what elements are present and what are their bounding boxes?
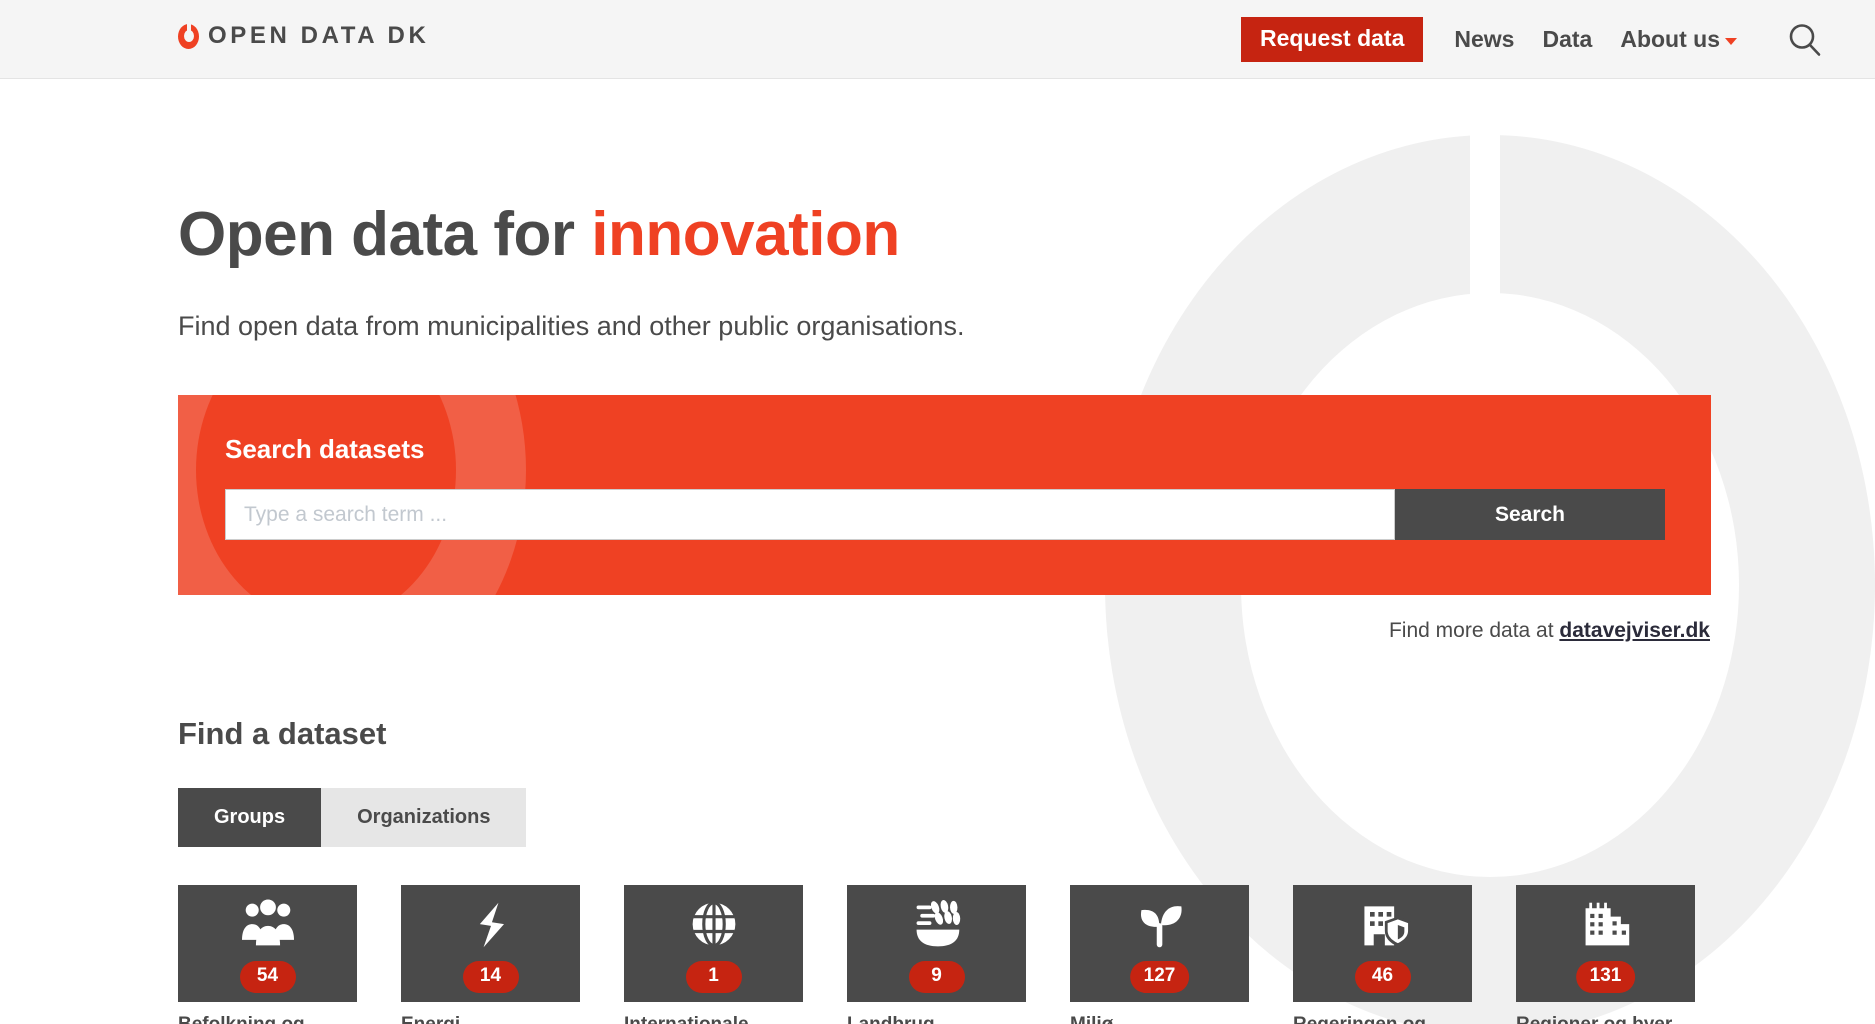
category-label: Miljø bbox=[1070, 1013, 1235, 1024]
category-label: Landbrug, fiskeri,... bbox=[847, 1013, 1012, 1024]
category-count-badge: 131 bbox=[1575, 961, 1636, 993]
category-tile[interactable]: 131 Regioner og byer bbox=[1516, 885, 1695, 1024]
find-more-data: Find more data at datavejviser.dk bbox=[1389, 619, 1710, 643]
request-data-button[interactable]: Request data bbox=[1240, 16, 1424, 63]
category-label: Regioner og byer bbox=[1516, 1013, 1681, 1024]
category-tile[interactable]: 14 Energi bbox=[401, 885, 580, 1024]
category-label: Internationale spørgsmål bbox=[624, 1013, 789, 1024]
category-count-badge: 14 bbox=[462, 961, 519, 993]
search-icon bbox=[1789, 23, 1821, 56]
category-tile[interactable]: 1 Internationale spørgsmål bbox=[624, 885, 803, 1024]
nav-item-data-label: Data bbox=[1542, 26, 1593, 52]
category-label: Regeringen og den... bbox=[1293, 1013, 1458, 1024]
plant-sprout-icon bbox=[1140, 906, 1182, 948]
logo-text: OPEN DATA DK bbox=[208, 22, 430, 49]
globe-icon bbox=[692, 901, 735, 948]
site-header: OPEN DATA DK Request data News Data Abou… bbox=[0, 0, 1875, 79]
category-tile[interactable]: 127 Miljø bbox=[1070, 885, 1249, 1024]
page-title: Open data for innovation bbox=[178, 199, 900, 270]
search-form: Search bbox=[225, 489, 1665, 540]
page-title-main: Open data for bbox=[178, 200, 592, 269]
nav-item-about-us[interactable]: About us bbox=[1620, 26, 1737, 53]
page-title-accent: innovation bbox=[591, 200, 900, 269]
category-tile-box: 127 bbox=[1070, 885, 1249, 1002]
category-label: Energi bbox=[401, 1013, 566, 1024]
grain-bowl-icon bbox=[916, 900, 960, 947]
nav-item-news-label: News bbox=[1454, 26, 1515, 52]
page-root: OPEN DATA DK Request data News Data Abou… bbox=[0, 0, 1875, 1024]
nav-item-data[interactable]: Data bbox=[1542, 26, 1592, 53]
category-tile-box: 14 bbox=[401, 885, 580, 1002]
category-tile-box: 9 bbox=[847, 885, 1026, 1002]
find-more-prefix: Find more data at bbox=[1388, 619, 1560, 642]
open-data-dk-logo-icon bbox=[178, 21, 199, 49]
category-tile[interactable]: 54 Befolkning og samfund bbox=[178, 885, 357, 1024]
find-dataset-heading: Find a dataset bbox=[178, 716, 387, 751]
category-count-badge: 54 bbox=[239, 961, 296, 993]
datavejviser-link[interactable]: datavejviser.dk bbox=[1559, 619, 1710, 642]
category-tile-box: 46 bbox=[1293, 885, 1472, 1002]
chevron-down-icon bbox=[1725, 38, 1737, 45]
nav-item-about-us-label: About us bbox=[1620, 26, 1720, 52]
category-count-badge: 46 bbox=[1354, 961, 1411, 993]
search-datasets-banner: Search datasets Search bbox=[178, 395, 1711, 595]
people-group-icon bbox=[241, 899, 294, 946]
site-logo[interactable]: OPEN DATA DK bbox=[178, 21, 430, 50]
dataset-tabs: Groups Organizations bbox=[178, 788, 527, 847]
main-navigation: Request data News Data About us bbox=[1240, 0, 1835, 79]
cityscape-icon bbox=[1585, 902, 1629, 946]
watermark-gap bbox=[1470, 125, 1500, 375]
search-icon-button[interactable] bbox=[1785, 20, 1825, 60]
category-tile-box: 1 bbox=[624, 885, 803, 1002]
nav-item-news[interactable]: News bbox=[1454, 26, 1514, 53]
search-input[interactable] bbox=[225, 489, 1395, 540]
building-shield-icon bbox=[1363, 906, 1411, 947]
category-tile-box: 54 bbox=[178, 885, 357, 1002]
category-label: Befolkning og samfund bbox=[178, 1013, 343, 1024]
category-tile[interactable]: 9 Landbrug, fiskeri,... bbox=[847, 885, 1026, 1024]
lightning-bolt-icon bbox=[479, 902, 504, 948]
category-tile[interactable]: 46 Regeringen og den... bbox=[1293, 885, 1472, 1024]
category-count-badge: 1 bbox=[685, 961, 742, 993]
category-count-badge: 9 bbox=[908, 961, 965, 993]
category-tile-list: 54 Befolkning og samfund 14 Energi bbox=[178, 885, 1718, 1024]
category-tile-box: 131 bbox=[1516, 885, 1695, 1002]
search-submit-button[interactable]: Search bbox=[1395, 489, 1665, 540]
tab-groups[interactable]: Groups bbox=[178, 788, 322, 847]
tab-organizations[interactable]: Organizations bbox=[321, 788, 527, 847]
category-count-badge: 127 bbox=[1129, 961, 1190, 993]
search-banner-title: Search datasets bbox=[225, 434, 425, 464]
page-subtitle: Find open data from municipalities and o… bbox=[178, 311, 965, 341]
